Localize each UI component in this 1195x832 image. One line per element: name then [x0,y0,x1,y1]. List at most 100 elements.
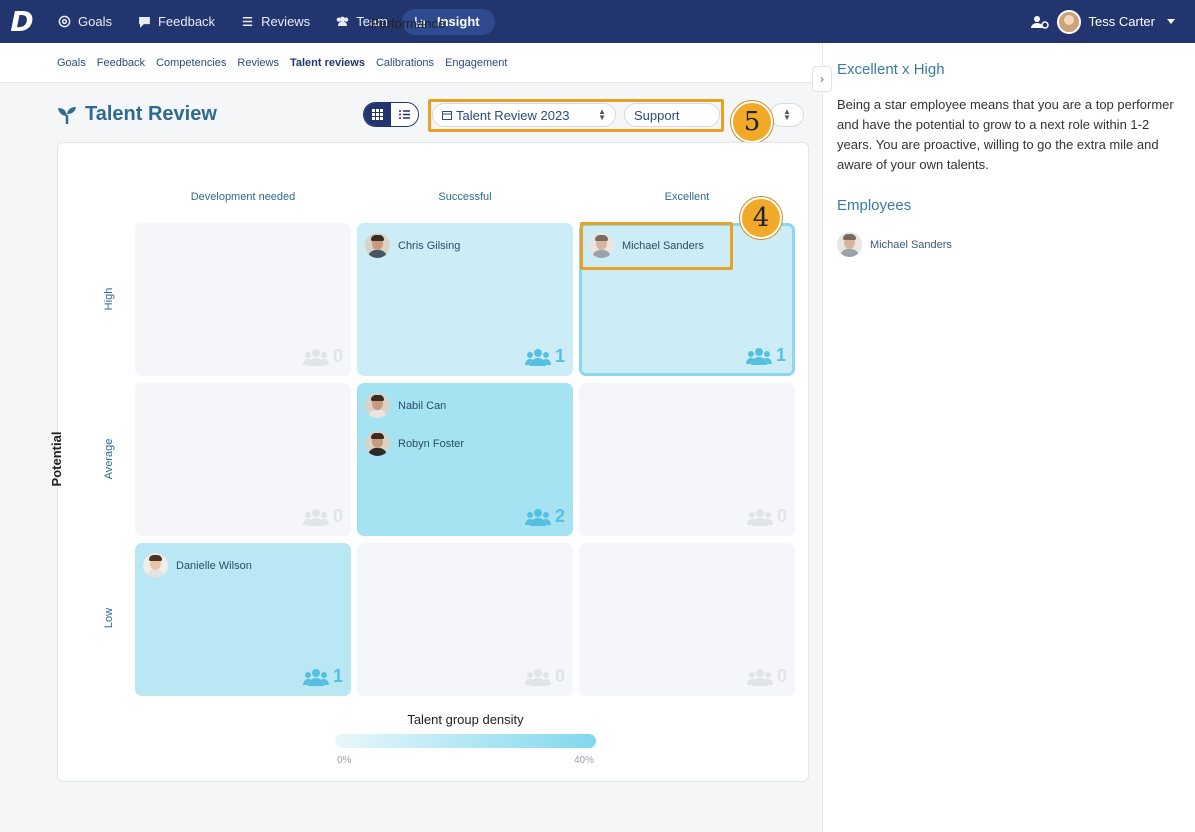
list-view-button[interactable] [391,103,418,126]
grid-cell-excellent-average[interactable]: 0 [579,383,795,536]
users-icon [524,508,551,526]
employee-name: Michael Sanders [870,238,952,251]
page-title-text: Talent Review [85,103,217,125]
legend-min: 0% [337,755,352,766]
users-icon [746,668,773,686]
employee-danielle-wilson[interactable]: Danielle Wilson [143,553,252,578]
employees-heading: Employees [837,197,912,214]
sub-navbar: Goals Feedback Competencies Reviews Tale… [0,43,822,83]
employee-nabil-can[interactable]: Nabil Can [365,393,446,418]
grid-cell-successful-average[interactable]: Nabil Can Robyn Foster 2 [357,383,573,536]
cell-count-value: 2 [554,506,565,526]
review-select-value: Talent Review 2023 [442,108,569,123]
page-title: Talent Review [57,103,217,126]
cell-count: 1 [302,666,343,687]
grid-cell-successful-low[interactable]: 0 [357,543,573,696]
grid-cell-development-average[interactable]: 0 [135,383,351,536]
cell-count: 0 [302,346,343,367]
cell-count-value: 0 [776,506,787,526]
user-settings-icon[interactable] [1030,15,1049,29]
review-select-label: Talent Review 2023 [456,107,570,123]
grid-view-button[interactable] [364,103,391,126]
cell-count-value: 1 [775,345,786,365]
cell-count-value: 1 [554,346,565,366]
avatar [143,553,168,578]
subnav-reviews[interactable]: Reviews [237,57,279,69]
team-select-label: Support [634,107,680,123]
side-employee-michael-sanders[interactable]: Michael Sanders [837,232,1181,257]
cell-count: 0 [524,666,565,687]
select-arrows-icon: ▲ ▼ [783,107,791,122]
employee-michael-sanders[interactable]: Michael Sanders [589,233,704,258]
column-label-successful: Successful [438,191,492,203]
row-label-average: Average [103,438,115,480]
list-icon [399,110,410,119]
employee-robyn-foster[interactable]: Robyn Foster [365,431,464,456]
users-icon [524,668,551,686]
review-select[interactable]: Talent Review 2023 ▲ ▼ [432,103,616,127]
team-select[interactable]: Support [624,103,720,127]
third-select[interactable]: ▲ ▼ [770,103,804,127]
users-icon [302,348,329,366]
step-badge-5: 5 [731,101,773,143]
avatar [837,232,862,257]
select-arrows-icon: ▲ ▼ [598,107,606,122]
collapse-panel-button[interactable]: › [812,66,832,92]
cell-count-value: 0 [332,346,343,366]
chevron-right-icon: › [820,72,824,86]
grid-icon [372,109,383,120]
subnav-calibrations[interactable]: Calibrations [376,57,434,69]
legend-max: 40% [574,755,595,766]
employee-name: Robyn Foster [398,437,465,450]
avatar [589,233,614,258]
subnav-feedback[interactable]: Feedback [97,57,145,69]
avatar [365,431,390,456]
grid-cell-development-high[interactable]: 0 [135,223,351,376]
avatar [365,393,390,418]
employee-name: Danielle Wilson [176,559,252,572]
grid-cell-development-low[interactable]: Danielle Wilson 1 [135,543,351,696]
employee-name: Chris Gilsing [398,239,461,252]
users-icon [302,668,329,686]
potential-axis-title: Potential [49,431,64,487]
detail-side-panel: Excellent x High Being a star employee m… [822,43,1195,832]
calendar-icon [442,111,452,120]
side-panel-description: Being a star employee means that you are… [837,97,1174,172]
users-icon [746,508,773,526]
cell-count-value: 0 [776,666,787,686]
cell-count-value: 0 [554,666,565,686]
cell-count: 0 [302,506,343,527]
employee-chris-gilsing[interactable]: Chris Gilsing [365,233,460,258]
cell-count-value: 1 [332,666,343,686]
legend-title: Talent group density [407,712,524,727]
subnav-competencies[interactable]: Competencies [156,57,226,69]
side-panel-heading: Excellent x High [837,61,945,78]
cell-count: 1 [745,345,786,366]
employee-name: Nabil Can [398,399,447,412]
view-toggle [363,102,419,127]
sprout-icon [58,106,76,124]
density-gradient-bar [335,734,596,748]
grid-cell-excellent-low[interactable]: 0 [579,543,795,696]
cell-count: 0 [746,506,787,527]
cell-count: 2 [524,506,565,527]
user-menu[interactable]: Tess Carter [1030,0,1175,43]
step-badge-4: 4 [740,197,782,239]
user-name: Tess Carter [1088,14,1155,29]
performance-axis-title: Performance [370,16,446,31]
cell-count-value: 0 [332,506,343,526]
user-avatar [1056,9,1081,34]
users-icon [302,508,329,526]
grid-cell-successful-high[interactable]: Chris Gilsing 1 [357,223,573,376]
subnav-engagement[interactable]: Engagement [445,57,507,69]
row-label-low: Low [103,607,115,629]
row-label-high: High [103,287,115,311]
users-icon [524,348,551,366]
cell-count: 1 [524,346,565,367]
users-icon [745,347,772,365]
chevron-down-icon [1167,19,1175,24]
avatar [365,233,390,258]
grid-cell-excellent-high[interactable]: Michael Sanders 1 [579,223,795,376]
subnav-goals[interactable]: Goals [57,57,86,69]
subnav-talent-reviews[interactable]: Talent reviews [290,57,365,69]
